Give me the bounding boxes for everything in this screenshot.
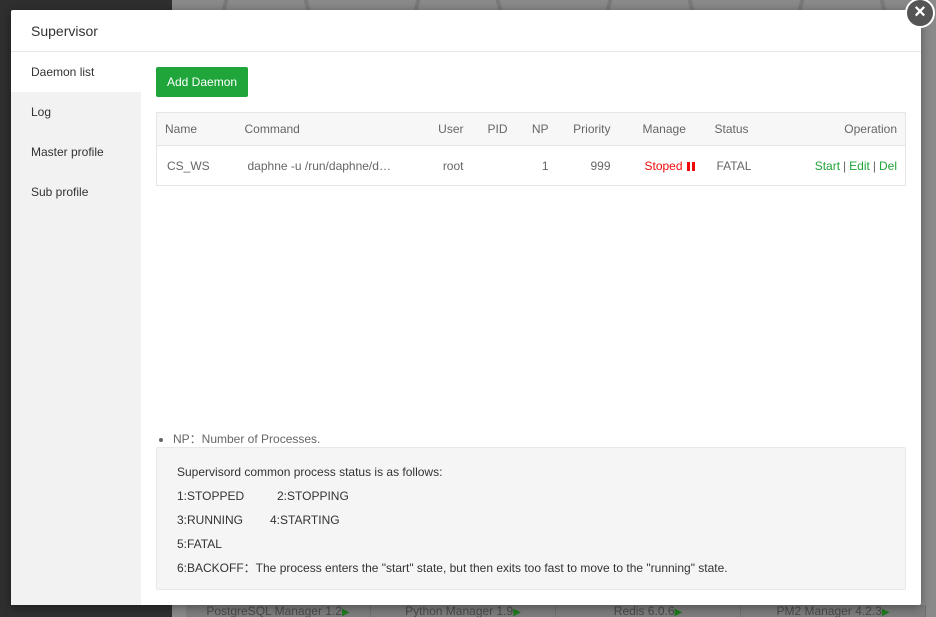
bg-software-item: PostgreSQL Manager 1.2▶ xyxy=(186,605,371,617)
col-command: Command xyxy=(236,112,413,146)
nav-item-master-profile[interactable]: Master profile xyxy=(11,132,141,172)
start-link[interactable]: Start xyxy=(815,159,840,173)
col-pid: PID xyxy=(471,112,516,146)
info-title: Supervisord common process status is as … xyxy=(177,465,443,479)
bg-software-item: PM2 Manager 4.2.3▶ xyxy=(741,605,926,617)
nav-item-daemon-list[interactable]: Daemon list xyxy=(11,52,141,92)
table-row: CS_WS daphne -u /run/daphne/daphne0.sock… xyxy=(157,146,906,186)
cell-operation: Start | Edit | Del xyxy=(793,146,906,186)
add-daemon-button[interactable]: Add Daemon xyxy=(156,67,249,97)
status-stopping: 2:STOPPING xyxy=(277,489,349,503)
status-fatal: 5:FATAL xyxy=(177,537,222,551)
col-np: NP xyxy=(515,112,557,146)
nav-item-log[interactable]: Log xyxy=(11,92,141,132)
status-info-box: Supervisord common process status is as … xyxy=(156,447,906,590)
separator: | xyxy=(872,158,876,173)
cell-priority: 999 xyxy=(590,158,611,173)
edit-link[interactable]: Edit xyxy=(849,159,870,173)
bg-software-item: Python Manager 1.9▶ xyxy=(371,605,556,617)
play-icon: ▶ xyxy=(341,607,350,617)
supervisor-modal: Supervisor × Daemon list Log Master prof… xyxy=(11,0,935,605)
cell-pid xyxy=(472,146,516,186)
np-note-text: NP：Number of Processes. xyxy=(173,430,320,447)
modal-header: Supervisor xyxy=(11,10,921,52)
play-icon: ▶ xyxy=(881,607,890,617)
separator: | xyxy=(843,158,847,173)
col-operation: Operation xyxy=(792,112,906,146)
col-status: Status xyxy=(706,112,793,146)
manage-status-text[interactable]: Stoped xyxy=(645,159,683,173)
cell-name: CS_WS xyxy=(167,158,210,173)
col-name: Name xyxy=(156,112,237,146)
status-stopped: 1:STOPPED xyxy=(177,489,245,503)
cell-status: FATAL xyxy=(716,158,752,173)
bg-software-item: Redis 6.0.6▶ xyxy=(556,605,741,617)
daemon-list-panel: Add Daemon Name Command User PID NP Prio… xyxy=(156,52,906,605)
daemon-table: Name Command User PID NP Priority Manage… xyxy=(156,112,906,186)
modal-body: Daemon list Log Master profile Sub profi… xyxy=(11,52,921,605)
cell-command: daphne -u /run/daphne/daphne0.sock xyxy=(237,146,413,186)
table-header-row: Name Command User PID NP Priority Manage… xyxy=(156,112,906,146)
side-nav: Daemon list Log Master profile Sub profi… xyxy=(11,52,141,605)
cell-manage[interactable]: Stoped xyxy=(619,146,707,186)
cell-np: 1 xyxy=(541,158,549,173)
status-starting: 4:STARTING xyxy=(270,513,340,527)
nav-item-sub-profile[interactable]: Sub profile xyxy=(11,172,141,212)
status-backoff: 6:BACKOFF：The process enters the "start"… xyxy=(177,561,728,575)
np-note: NP：Number of Processes. xyxy=(173,430,320,447)
background-software-list: PostgreSQL Manager 1.2▶ Python Manager 1… xyxy=(186,605,926,617)
status-running: 3:RUNNING xyxy=(177,513,244,527)
command-text: daphne -u /run/daphne/daphne0.sock xyxy=(247,158,396,173)
modal-title: Supervisor xyxy=(31,23,98,39)
delete-link[interactable]: Del xyxy=(879,159,897,173)
info-line: 1:STOPPED 2:STOPPING xyxy=(177,484,885,508)
play-icon: ▶ xyxy=(513,607,521,617)
play-icon: ▶ xyxy=(674,607,683,617)
pause-icon[interactable] xyxy=(686,161,695,171)
cell-user: root xyxy=(442,158,464,173)
col-user: User xyxy=(412,112,472,146)
info-line: 3:RUNNING 4:STARTING xyxy=(177,508,885,532)
col-priority: Priority xyxy=(556,112,619,146)
col-manage: Manage xyxy=(618,112,707,146)
